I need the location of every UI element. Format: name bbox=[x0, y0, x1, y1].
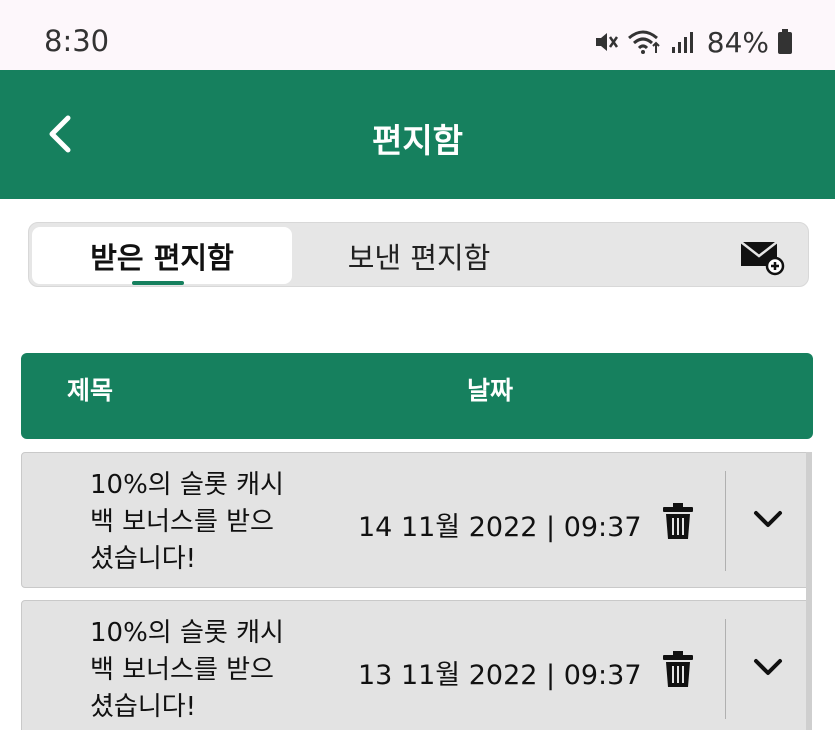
delete-button[interactable] bbox=[662, 503, 694, 541]
row-divider bbox=[725, 471, 726, 571]
battery-percent: 84% bbox=[706, 25, 769, 59]
message-date: 14 11월 2022 | 09:37 bbox=[358, 512, 642, 543]
message-subject: 10%의 슬롯 캐시 백 보너스를 받으 셨습니다! bbox=[90, 467, 310, 578]
page-title: 편지함 bbox=[371, 121, 464, 160]
wifi-icon bbox=[627, 29, 663, 55]
column-header-subject: 제목 bbox=[67, 376, 114, 405]
message-subject-line: 10%의 슬롯 캐시 bbox=[90, 470, 284, 500]
app-bar: 편지함 bbox=[0, 70, 835, 199]
battery-icon bbox=[777, 29, 793, 55]
column-header-date: 날짜 bbox=[467, 376, 514, 405]
message-row[interactable]: 10%의 슬롯 캐시 백 보너스를 받으 셨습니다! 14 11월 2022 |… bbox=[21, 452, 811, 588]
status-time: 8:30 bbox=[44, 24, 110, 58]
message-subject-line: 셨습니다! bbox=[90, 692, 197, 722]
chevron-down-icon bbox=[754, 511, 782, 527]
tab-active-indicator bbox=[132, 281, 184, 285]
signal-icon bbox=[671, 30, 695, 54]
scrollbar[interactable] bbox=[806, 452, 812, 730]
table-header: 제목 날짜 bbox=[21, 353, 813, 439]
status-icons: 84% bbox=[593, 24, 793, 60]
message-subject-line: 백 보너스를 받으 bbox=[90, 655, 274, 685]
compose-button[interactable] bbox=[739, 238, 787, 276]
message-subject-line: 백 보너스를 받으 bbox=[90, 507, 274, 537]
status-bar: 8:30 84% bbox=[0, 0, 835, 70]
mail-add-icon bbox=[740, 241, 785, 276]
mute-icon bbox=[593, 30, 619, 54]
mailbox-tabs: 받은 편지함 보낸 편지함 bbox=[28, 222, 809, 287]
message-subject-line: 셨습니다! bbox=[90, 544, 197, 574]
message-row[interactable]: 10%의 슬롯 캐시 백 보너스를 받으 셨습니다! 13 11월 2022 |… bbox=[21, 600, 811, 730]
row-divider bbox=[725, 619, 726, 719]
trash-icon bbox=[663, 651, 693, 687]
expand-button[interactable] bbox=[752, 505, 784, 533]
tab-inbox[interactable]: 받은 편지함 bbox=[32, 227, 292, 285]
message-subject: 10%의 슬롯 캐시 백 보너스를 받으 셨습니다! bbox=[90, 615, 310, 726]
message-date: 13 11월 2022 | 09:37 bbox=[358, 660, 642, 691]
tab-inbox-label: 받은 편지함 bbox=[90, 240, 234, 275]
tab-sent[interactable]: 보낸 편지함 bbox=[319, 227, 519, 284]
trash-icon bbox=[663, 503, 693, 539]
tab-sent-label: 보낸 편지함 bbox=[347, 240, 491, 275]
message-subject-line: 10%의 슬롯 캐시 bbox=[90, 618, 284, 648]
chevron-down-icon bbox=[754, 659, 782, 675]
expand-button[interactable] bbox=[752, 653, 784, 681]
delete-button[interactable] bbox=[662, 651, 694, 689]
